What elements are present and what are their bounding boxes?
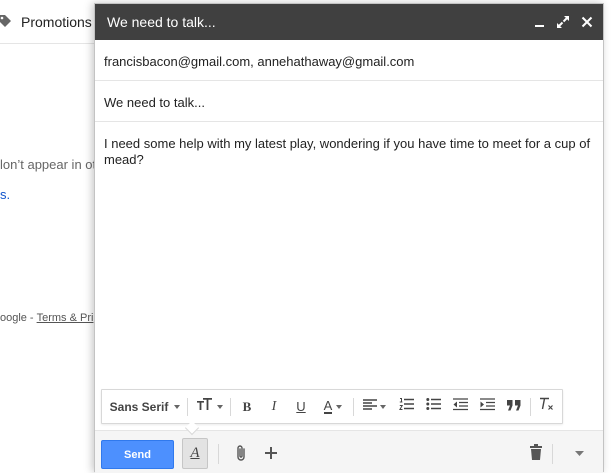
formatting-icon: A (190, 445, 200, 461)
to-field[interactable]: francisbacon@gmail.com, annehathaway@gma… (95, 40, 603, 81)
formatting-toolbar: Sans Serif B I U A (101, 389, 563, 424)
footer: oogle - Terms & Pri (0, 312, 93, 324)
text-color-icon: A (323, 398, 333, 414)
indent-less-button[interactable] (447, 390, 473, 423)
bold-icon: B (242, 398, 252, 414)
toolbar-divider (353, 398, 354, 416)
action-divider (218, 444, 219, 464)
info-link[interactable]: s. (0, 187, 10, 202)
recipients[interactable]: francisbacon@gmail.com, annehathaway@gma… (104, 54, 414, 69)
align-button[interactable] (358, 390, 390, 423)
footer-brand: oogle (0, 312, 27, 324)
underline-icon: U (296, 399, 306, 414)
compose-action-bar: Send A (95, 430, 603, 473)
quote-icon (507, 398, 521, 416)
toolbar-divider (530, 398, 531, 416)
bulleted-list-button[interactable] (420, 390, 446, 423)
remove-formatting-icon (539, 397, 555, 416)
tag-icon (0, 14, 12, 33)
indent-more-button[interactable] (474, 390, 500, 423)
indent-less-icon (452, 397, 468, 416)
quote-button[interactable] (501, 390, 527, 423)
footer-separator: - (29, 312, 34, 324)
send-button[interactable]: Send (101, 440, 174, 469)
compose-title-bar[interactable]: We need to talk... (95, 4, 603, 40)
bold-button[interactable]: B (235, 390, 259, 423)
minimize-icon[interactable] (532, 14, 548, 30)
chevron-down-icon (336, 404, 343, 409)
toolbar-divider (230, 398, 231, 416)
trash-icon[interactable] (529, 444, 543, 461)
font-size-button[interactable] (192, 390, 226, 423)
toolbar-divider (187, 398, 188, 416)
underline-button[interactable]: U (289, 390, 313, 423)
more-options-icon[interactable] (575, 451, 584, 457)
promotions-tab-label: Promotions (21, 14, 92, 30)
text-size-icon (196, 397, 214, 416)
promotions-tab[interactable]: Promotions (0, 0, 100, 44)
numbered-list-icon (398, 397, 414, 416)
plus-icon[interactable] (264, 446, 278, 460)
indent-more-icon (479, 397, 495, 416)
italic-icon: I (271, 398, 277, 414)
close-icon[interactable] (579, 14, 595, 30)
terms-link[interactable]: Terms & Pri (37, 312, 94, 324)
message-body[interactable]: I need some help with my latest play, wo… (104, 136, 598, 168)
compose-title: We need to talk... (107, 14, 216, 30)
action-divider (552, 444, 553, 464)
info-text: lon’t appear in ot (0, 157, 97, 172)
chevron-down-icon (216, 404, 223, 409)
remove-formatting-button[interactable] (534, 390, 560, 423)
numbered-list-button[interactable] (393, 390, 419, 423)
subject-value[interactable]: We need to talk... (104, 95, 205, 110)
align-left-icon (362, 398, 377, 416)
text-color-button[interactable]: A (316, 390, 350, 423)
font-family-label: Sans Serif (109, 399, 169, 414)
italic-button[interactable]: I (262, 390, 286, 423)
compose-window: We need to talk... francisbacon@gmail.co… (94, 3, 604, 473)
chevron-down-icon (379, 404, 386, 409)
bulleted-list-icon (425, 397, 441, 416)
chevron-down-icon (174, 404, 181, 409)
font-family-select[interactable]: Sans Serif (106, 390, 184, 423)
subject-field[interactable]: We need to talk... (95, 81, 603, 122)
expand-icon[interactable] (555, 14, 571, 30)
formatting-options-button[interactable]: A (182, 438, 208, 469)
attach-icon[interactable] (234, 444, 248, 462)
